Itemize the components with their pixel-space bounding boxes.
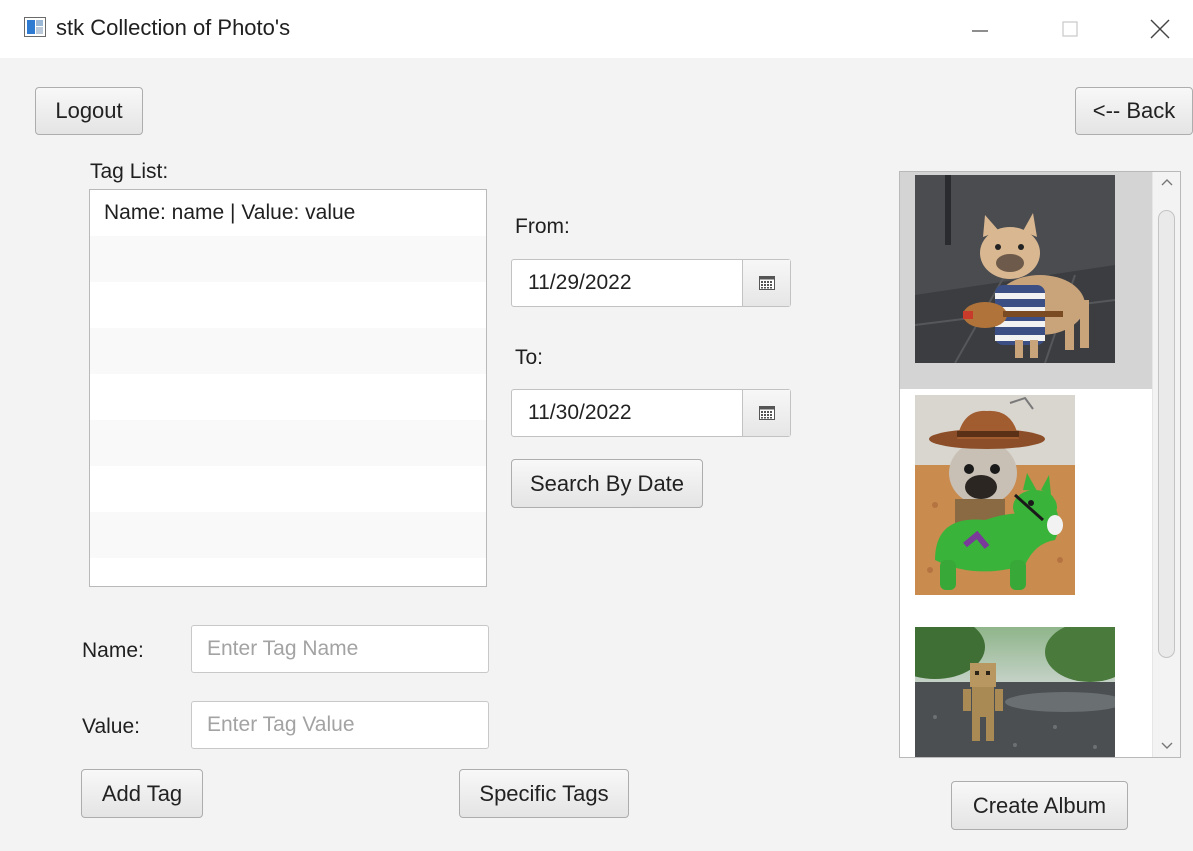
to-calendar-button[interactable] [742, 390, 790, 436]
tag-name-input[interactable] [191, 625, 489, 673]
maximize-icon [1062, 21, 1078, 37]
photo-list[interactable] [899, 171, 1181, 758]
tag-value-input[interactable] [191, 701, 489, 749]
tag-list-empty-row [90, 420, 486, 466]
tag-value-label: Value: [82, 715, 140, 738]
title-bar: stk Collection of Photo's [0, 0, 1193, 58]
calendar-icon [758, 276, 775, 290]
to-date-picker[interactable]: 11/30/2022 [511, 389, 791, 437]
create-album-button[interactable]: Create Album [951, 781, 1128, 830]
scroll-down-icon[interactable] [1160, 741, 1174, 751]
from-label: From: [515, 215, 570, 238]
tag-list-label: Tag List: [90, 160, 169, 183]
tag-list-empty-row [90, 374, 486, 420]
close-icon [1150, 19, 1170, 39]
from-date-picker[interactable]: 11/29/2022 [511, 259, 791, 307]
tag-list-empty-row [90, 466, 486, 512]
scroll-thumb[interactable] [1158, 210, 1175, 658]
tag-list-item[interactable]: Name: name | Value: value [90, 190, 486, 236]
tag-name-label: Name: [82, 639, 144, 662]
close-button[interactable] [1130, 0, 1190, 58]
french-bulldog-guitar-photo [915, 175, 1115, 363]
from-date-value[interactable]: 11/29/2022 [528, 271, 632, 295]
tag-list-empty-row [90, 236, 486, 282]
window-title: stk Collection of Photo's [56, 15, 291, 40]
to-label: To: [515, 346, 544, 369]
maximize-button[interactable] [1040, 0, 1100, 58]
photo-list-item[interactable] [900, 621, 1152, 757]
calendar-icon [758, 406, 775, 420]
photo-list-scrollbar[interactable] [1152, 172, 1180, 757]
search-by-date-button[interactable]: Search By Date [511, 459, 703, 508]
tag-list-empty-row [90, 512, 486, 558]
photo-list-item[interactable] [900, 389, 1152, 621]
add-tag-button[interactable]: Add Tag [81, 769, 203, 818]
back-button[interactable]: <-- Back [1075, 87, 1193, 135]
photo-list-item-selected[interactable] [900, 172, 1152, 389]
specific-tags-button[interactable]: Specific Tags [459, 769, 629, 818]
minimize-icon [972, 30, 988, 32]
pug-cowboy-hat-photo [915, 395, 1075, 595]
tag-list[interactable]: Name: name | Value: value [89, 189, 487, 587]
from-calendar-button[interactable] [742, 260, 790, 306]
tag-list-empty-row [90, 558, 486, 586]
logout-button[interactable]: Logout [35, 87, 143, 135]
to-date-value[interactable]: 11/30/2022 [528, 401, 632, 425]
minimize-button[interactable] [950, 0, 1010, 58]
scroll-up-icon[interactable] [1160, 177, 1174, 187]
tag-list-empty-row [90, 328, 486, 374]
app-window-icon [24, 17, 46, 37]
tag-list-empty-row [90, 282, 486, 328]
cardboard-robot-rain-photo [915, 627, 1115, 757]
